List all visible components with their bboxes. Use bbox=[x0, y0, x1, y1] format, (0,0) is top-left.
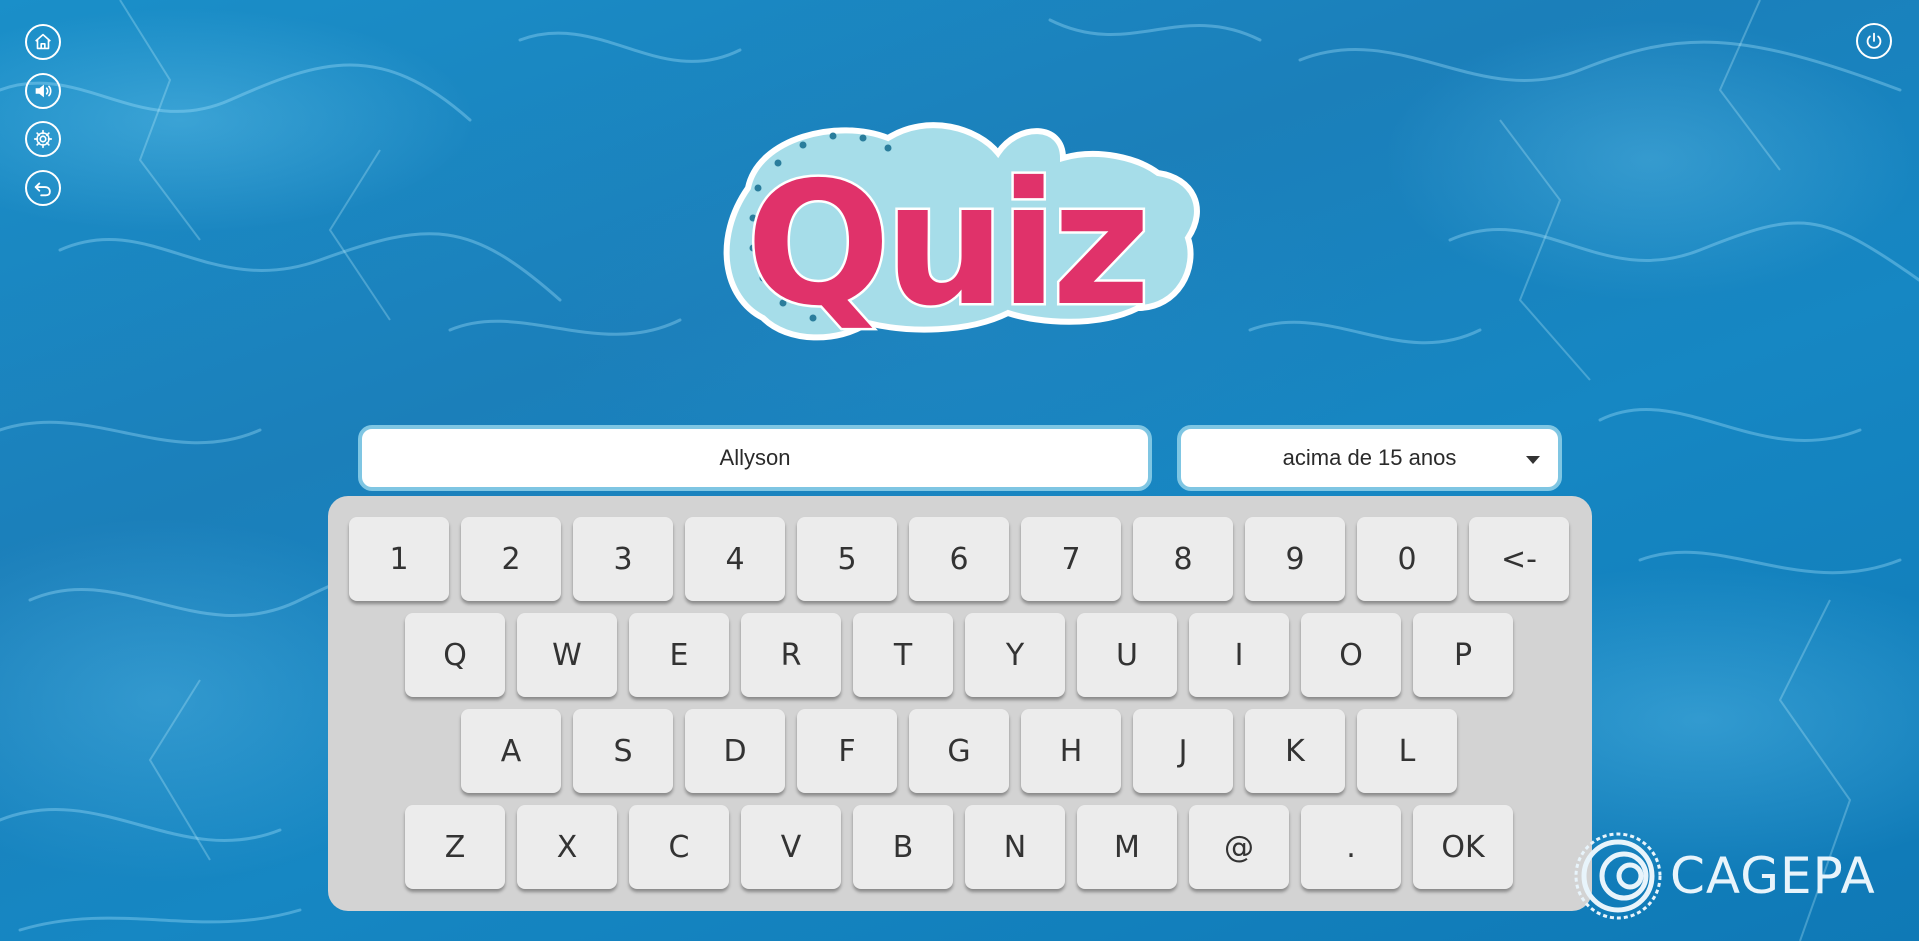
key-u[interactable]: U bbox=[1077, 613, 1177, 697]
key-g[interactable]: G bbox=[909, 709, 1009, 793]
virtual-keyboard: 1 2 3 4 5 6 7 8 9 0 <- Q W E R T Y U I O P A S D F G H J K L Z X C V B N M @.… bbox=[328, 496, 1592, 911]
key-at[interactable]: @ bbox=[1189, 805, 1289, 889]
key-t[interactable]: T bbox=[853, 613, 953, 697]
key-q[interactable]: Q bbox=[405, 613, 505, 697]
power-button[interactable] bbox=[1856, 23, 1892, 59]
sound-button[interactable] bbox=[25, 73, 61, 109]
cagepa-logo: CAGEPA bbox=[1572, 830, 1876, 922]
key-7[interactable]: 7 bbox=[1021, 517, 1121, 601]
key-i[interactable]: I bbox=[1189, 613, 1289, 697]
power-icon bbox=[1866, 32, 1882, 49]
key-backspace[interactable]: <- bbox=[1469, 517, 1569, 601]
back-button[interactable] bbox=[25, 170, 61, 206]
gear-icon bbox=[33, 129, 53, 149]
key-a[interactable]: A bbox=[461, 709, 561, 793]
key-z[interactable]: Z bbox=[405, 805, 505, 889]
key-h[interactable]: H bbox=[1021, 709, 1121, 793]
key-4[interactable]: 4 bbox=[685, 517, 785, 601]
quiz-screen: Quiz acima de 15 anos 1234567890<- QWERTY… bbox=[0, 0, 1919, 941]
key-b[interactable]: B bbox=[853, 805, 953, 889]
key-3[interactable]: 3 bbox=[573, 517, 673, 601]
key-ok[interactable]: OK bbox=[1413, 805, 1513, 889]
key-d[interactable]: D bbox=[685, 709, 785, 793]
key-p[interactable]: P bbox=[1413, 613, 1513, 697]
undo-icon bbox=[34, 182, 51, 197]
key-s[interactable]: S bbox=[573, 709, 673, 793]
key-0[interactable]: 0 bbox=[1357, 517, 1457, 601]
age-group-selected-value: acima de 15 anos bbox=[1282, 445, 1457, 470]
key-6[interactable]: 6 bbox=[909, 517, 1009, 601]
key-n[interactable]: N bbox=[965, 805, 1065, 889]
key-e[interactable]: E bbox=[629, 613, 729, 697]
key-o[interactable]: O bbox=[1301, 613, 1401, 697]
key-w[interactable]: W bbox=[517, 613, 617, 697]
key-2[interactable]: 2 bbox=[461, 517, 561, 601]
key-m[interactable]: M bbox=[1077, 805, 1177, 889]
key-f[interactable]: F bbox=[797, 709, 897, 793]
key-period[interactable]: . bbox=[1301, 805, 1401, 889]
logo-text: Quiz bbox=[746, 146, 1145, 344]
key-c[interactable]: C bbox=[629, 805, 729, 889]
key-8[interactable]: 8 bbox=[1133, 517, 1233, 601]
key-5[interactable]: 5 bbox=[797, 517, 897, 601]
key-9[interactable]: 9 bbox=[1245, 517, 1345, 601]
cagepa-emblem-icon bbox=[1574, 832, 1662, 920]
key-k[interactable]: K bbox=[1245, 709, 1345, 793]
key-j[interactable]: J bbox=[1133, 709, 1233, 793]
chevron-down-icon bbox=[1526, 456, 1540, 464]
brand-name: CAGEPA bbox=[1670, 847, 1876, 905]
settings-button[interactable] bbox=[25, 121, 61, 157]
key-y[interactable]: Y bbox=[965, 613, 1065, 697]
name-field[interactable] bbox=[358, 425, 1152, 491]
home-icon bbox=[35, 33, 51, 50]
key-x[interactable]: X bbox=[517, 805, 617, 889]
key-1[interactable]: 1 bbox=[349, 517, 449, 601]
speaker-icon bbox=[35, 84, 52, 98]
name-input[interactable] bbox=[362, 444, 1148, 472]
key-l[interactable]: L bbox=[1357, 709, 1457, 793]
key-v[interactable]: V bbox=[741, 805, 841, 889]
home-button[interactable] bbox=[25, 24, 61, 60]
key-r[interactable]: R bbox=[741, 613, 841, 697]
quiz-logo: Quiz bbox=[723, 122, 1200, 344]
age-group-select[interactable]: acima de 15 anos bbox=[1177, 425, 1562, 491]
